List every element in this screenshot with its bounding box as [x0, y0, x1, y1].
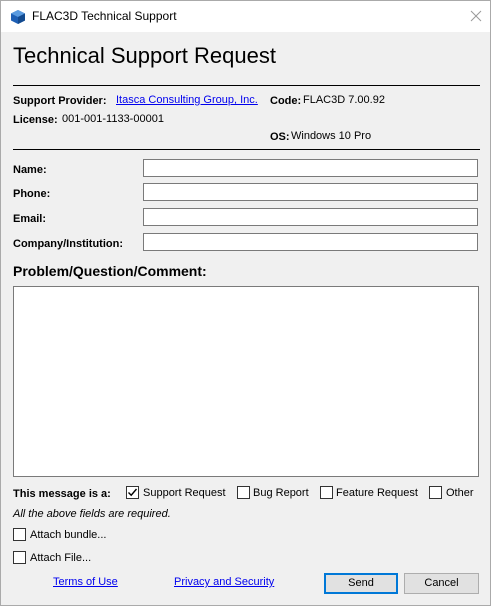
window-title: FLAC3D Technical Support [32, 9, 177, 23]
code-value: FLAC3D 7.00.92 [303, 94, 385, 106]
send-button[interactable]: Send [324, 573, 398, 594]
phone-label: Phone: [13, 188, 51, 200]
divider-bottom [13, 149, 480, 150]
os-value: Windows 10 Pro [291, 130, 372, 142]
other-checkbox[interactable] [429, 486, 442, 499]
bug-report-checkbox[interactable] [237, 486, 250, 499]
support-provider-label: Support Provider: [13, 95, 107, 107]
company-field[interactable] [143, 233, 478, 251]
divider-top [13, 85, 480, 86]
support-request-label[interactable]: Support Request [143, 487, 226, 499]
name-label: Name: [13, 164, 47, 176]
title-bar[interactable]: FLAC3D Technical Support [1, 1, 490, 32]
license-label: License: [13, 114, 58, 126]
message-type-label: This message is a: [13, 488, 111, 500]
email-field[interactable] [143, 208, 478, 226]
other-label[interactable]: Other [446, 487, 474, 499]
problem-textarea[interactable] [13, 286, 479, 477]
company-label: Company/Institution: [13, 238, 123, 250]
close-icon[interactable] [467, 7, 485, 25]
problem-heading: Problem/Question/Comment: [13, 263, 207, 279]
code-label: Code: [270, 95, 302, 107]
attach-file-checkbox[interactable] [13, 551, 26, 564]
phone-field[interactable] [143, 183, 478, 201]
license-value: 001-001-1133-00001 [62, 113, 164, 125]
email-label: Email: [13, 213, 47, 225]
feature-request-label[interactable]: Feature Request [336, 487, 418, 499]
attach-file-label[interactable]: Attach File... [30, 552, 91, 564]
page-title: Technical Support Request [13, 43, 276, 68]
name-field[interactable] [143, 159, 478, 177]
support-request-checkbox[interactable] [126, 486, 139, 499]
feature-request-checkbox[interactable] [320, 486, 333, 499]
cancel-button[interactable]: Cancel [404, 573, 479, 594]
support-dialog: FLAC3D Technical Support Technical Suppo… [0, 0, 491, 606]
bug-report-label[interactable]: Bug Report [253, 487, 309, 499]
privacy-security-link[interactable]: Privacy and Security [174, 576, 274, 588]
attach-bundle-label[interactable]: Attach bundle... [30, 529, 106, 541]
support-provider-link[interactable]: Itasca Consulting Group, Inc. [116, 94, 258, 106]
attach-bundle-checkbox[interactable] [13, 528, 26, 541]
os-label: OS: [270, 131, 290, 143]
flac3d-app-icon [10, 9, 26, 25]
terms-of-use-link[interactable]: Terms of Use [53, 576, 118, 588]
required-note: All the above fields are required. [13, 508, 171, 520]
